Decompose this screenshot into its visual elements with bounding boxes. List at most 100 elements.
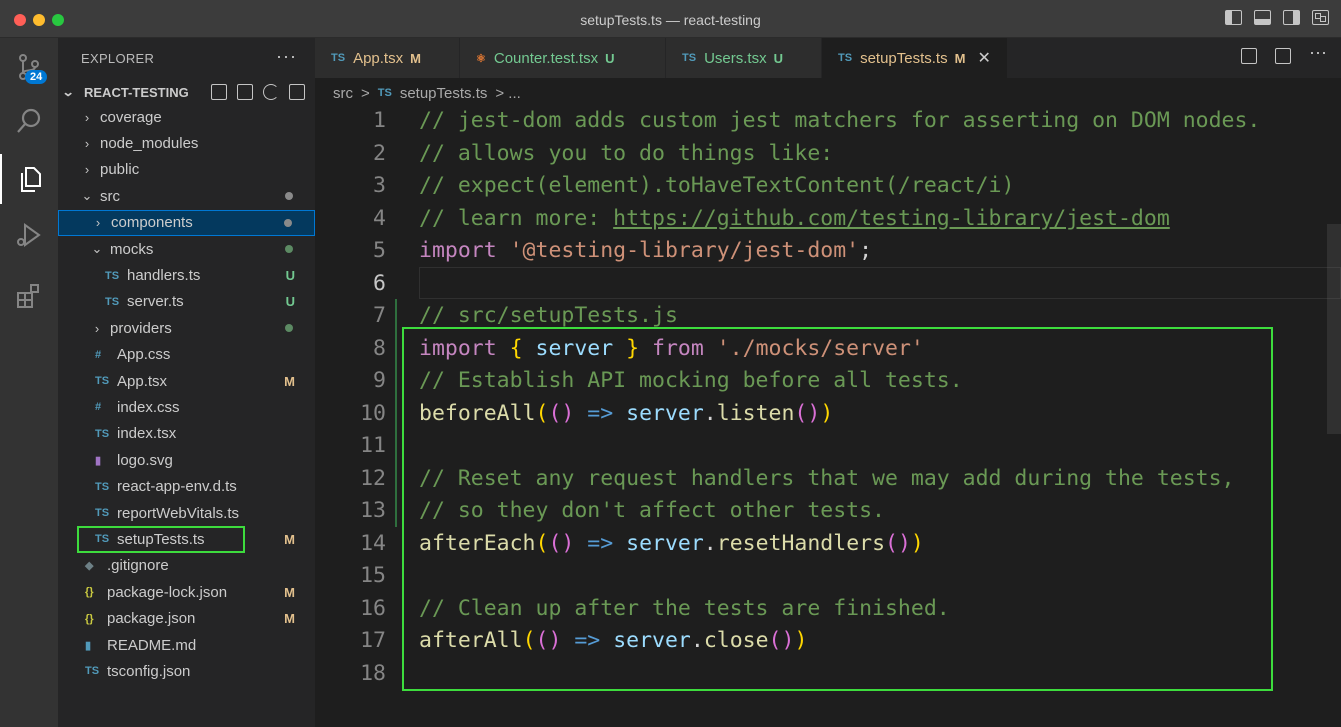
tree-item[interactable]: ⌄ src xyxy=(58,183,315,209)
git-status-badge: M xyxy=(284,584,295,600)
code-highlight-box xyxy=(402,327,1273,691)
tree-item[interactable]: TS reportWebVitals.ts xyxy=(58,500,315,526)
git-status-badge: U xyxy=(285,294,295,310)
json-file-icon: {} xyxy=(85,612,94,625)
chevron-right-icon: › xyxy=(84,109,90,125)
tree-item-label: logo.svg xyxy=(117,451,173,469)
line-number: 7 xyxy=(373,303,386,328)
chevron-down-icon: ⌄ xyxy=(81,188,93,204)
chevron-right-icon: › xyxy=(84,162,90,178)
typescript-file-icon: TS xyxy=(85,665,100,678)
close-tab-icon[interactable]: ✕ xyxy=(977,48,990,68)
typescript-file-icon: TS xyxy=(377,87,392,99)
tree-item[interactable]: ⌄ mocks xyxy=(58,236,315,262)
breadcrumb-folder[interactable]: src xyxy=(333,85,353,102)
git-status-badge: M xyxy=(284,611,295,627)
setuptests-highlight-box xyxy=(77,526,245,553)
chevron-right-icon: › xyxy=(95,215,101,231)
toggle-sidebar-icon[interactable] xyxy=(1225,10,1242,25)
tab-setuptests-ts[interactable]: TS setupTests.ts M ✕ xyxy=(822,38,1008,78)
tree-item-label: public xyxy=(100,161,140,179)
tree-item[interactable]: # index.css xyxy=(58,394,315,420)
title-bar: setupTests.ts — react-testing xyxy=(0,0,1341,38)
source-control-badge: 24 xyxy=(25,70,48,84)
tree-item-label: react-app-env.d.ts xyxy=(117,478,237,496)
tab-counter-test-tsx[interactable]: ⚛ Counter.test.tsx U xyxy=(460,38,666,78)
git-status-dot xyxy=(285,192,293,201)
line-number: 15 xyxy=(360,563,386,588)
git-status-badge: M xyxy=(284,531,295,547)
tree-item[interactable]: # App.css xyxy=(58,342,315,368)
explorer-more-icon[interactable]: ··· xyxy=(276,46,297,67)
tree-item[interactable]: TS react-app-env.d.ts xyxy=(58,473,315,499)
file-tree: › coverage › node_modules › public ⌄ src › compon… xyxy=(58,104,315,685)
customize-layout-icon[interactable] xyxy=(1312,10,1329,25)
tree-item-label: index.css xyxy=(117,398,180,416)
split-editor-icon[interactable] xyxy=(1275,48,1292,64)
tree-item[interactable]: ▮ README.md xyxy=(58,632,315,658)
refresh-icon[interactable] xyxy=(263,84,279,100)
tree-item[interactable]: TS App.tsx M xyxy=(58,368,315,394)
code-line: 6 xyxy=(315,268,1341,301)
tree-item[interactable]: ◆ .gitignore xyxy=(58,553,315,579)
tree-item[interactable]: {} package-lock.json M xyxy=(58,579,315,605)
tree-item-label: components xyxy=(111,214,193,232)
tree-item-label: node_modules xyxy=(100,135,199,153)
run-debug-icon[interactable] xyxy=(0,210,58,260)
line-number: 3 xyxy=(373,173,386,198)
tree-item[interactable]: TS tsconfig.json xyxy=(58,658,315,684)
tree-item[interactable]: › coverage xyxy=(58,104,315,130)
line-number: 6 xyxy=(373,270,386,296)
explorer-title: EXPLORER xyxy=(81,50,155,66)
more-actions-icon[interactable]: ··· xyxy=(1309,43,1327,64)
tree-item[interactable]: {} package.json M xyxy=(58,605,315,631)
git-status-badge: U xyxy=(285,268,295,284)
tree-item[interactable]: › components xyxy=(58,209,315,236)
tab-app-tsx[interactable]: TS App.tsx M xyxy=(315,38,460,78)
new-folder-icon[interactable] xyxy=(237,84,253,100)
css-file-icon: # xyxy=(95,348,102,361)
breadcrumb-tail[interactable]: > ... xyxy=(495,85,520,102)
tab-status: U xyxy=(773,50,783,66)
tree-item[interactable]: › public xyxy=(58,157,315,183)
typescript-file-icon: TS xyxy=(838,52,853,64)
code-line: 3 // expect(element).toHaveTextContent(/r… xyxy=(315,170,1341,203)
search-icon[interactable] xyxy=(0,96,58,146)
tree-item-label: mocks xyxy=(110,240,154,258)
tree-item[interactable]: TS server.ts U xyxy=(58,289,315,315)
tree-item[interactable]: › node_modules xyxy=(58,130,315,156)
tab-status: U xyxy=(605,50,615,66)
compare-changes-icon[interactable] xyxy=(1241,48,1258,64)
project-folder[interactable]: ⌄ REACT-TESTING xyxy=(58,78,315,106)
editor-tabs: TS App.tsx M ⚛ Counter.test.tsx U TS Users.tsx U… xyxy=(315,38,1341,78)
tree-item[interactable]: TS handlers.ts U xyxy=(58,262,315,288)
tree-item-label: App.tsx xyxy=(117,372,168,390)
window-title: setupTests.ts — react-testing xyxy=(580,12,761,28)
tab-users-tsx[interactable]: TS Users.tsx U xyxy=(666,38,822,78)
tab-label: Users.tsx xyxy=(704,49,767,67)
collapse-all-icon[interactable] xyxy=(289,84,305,100)
tree-item-label: tsconfig.json xyxy=(107,662,191,680)
tree-item-label: package-lock.json xyxy=(107,583,228,601)
explorer-icon[interactable] xyxy=(0,154,58,204)
git-status-dot xyxy=(284,218,292,227)
source-control-icon[interactable]: 24 xyxy=(0,42,58,92)
breadcrumb-separator: > xyxy=(361,84,370,102)
toggle-panel-icon[interactable] xyxy=(1254,10,1271,25)
breadcrumb-file[interactable]: setupTests.ts xyxy=(400,85,488,102)
extensions-icon[interactable] xyxy=(0,270,58,320)
css-file-icon: # xyxy=(95,401,102,414)
typescript-file-icon: TS xyxy=(331,52,346,64)
typescript-file-icon: TS xyxy=(95,507,110,520)
typescript-file-icon: TS xyxy=(682,52,697,64)
toggle-secondary-sidebar-icon[interactable] xyxy=(1283,10,1300,25)
code-text: // expect(element).toHaveTextContent(/re… xyxy=(419,173,1015,198)
git-status-badge: M xyxy=(284,373,295,389)
tree-item[interactable]: › providers xyxy=(58,315,315,341)
tree-item-label: App.css xyxy=(117,346,171,364)
explorer-toolbar xyxy=(211,84,305,100)
new-file-icon[interactable] xyxy=(211,84,227,100)
tree-item[interactable]: ▮ logo.svg xyxy=(58,447,315,473)
tree-item[interactable]: TS index.tsx xyxy=(58,421,315,447)
line-number: 4 xyxy=(373,205,386,231)
